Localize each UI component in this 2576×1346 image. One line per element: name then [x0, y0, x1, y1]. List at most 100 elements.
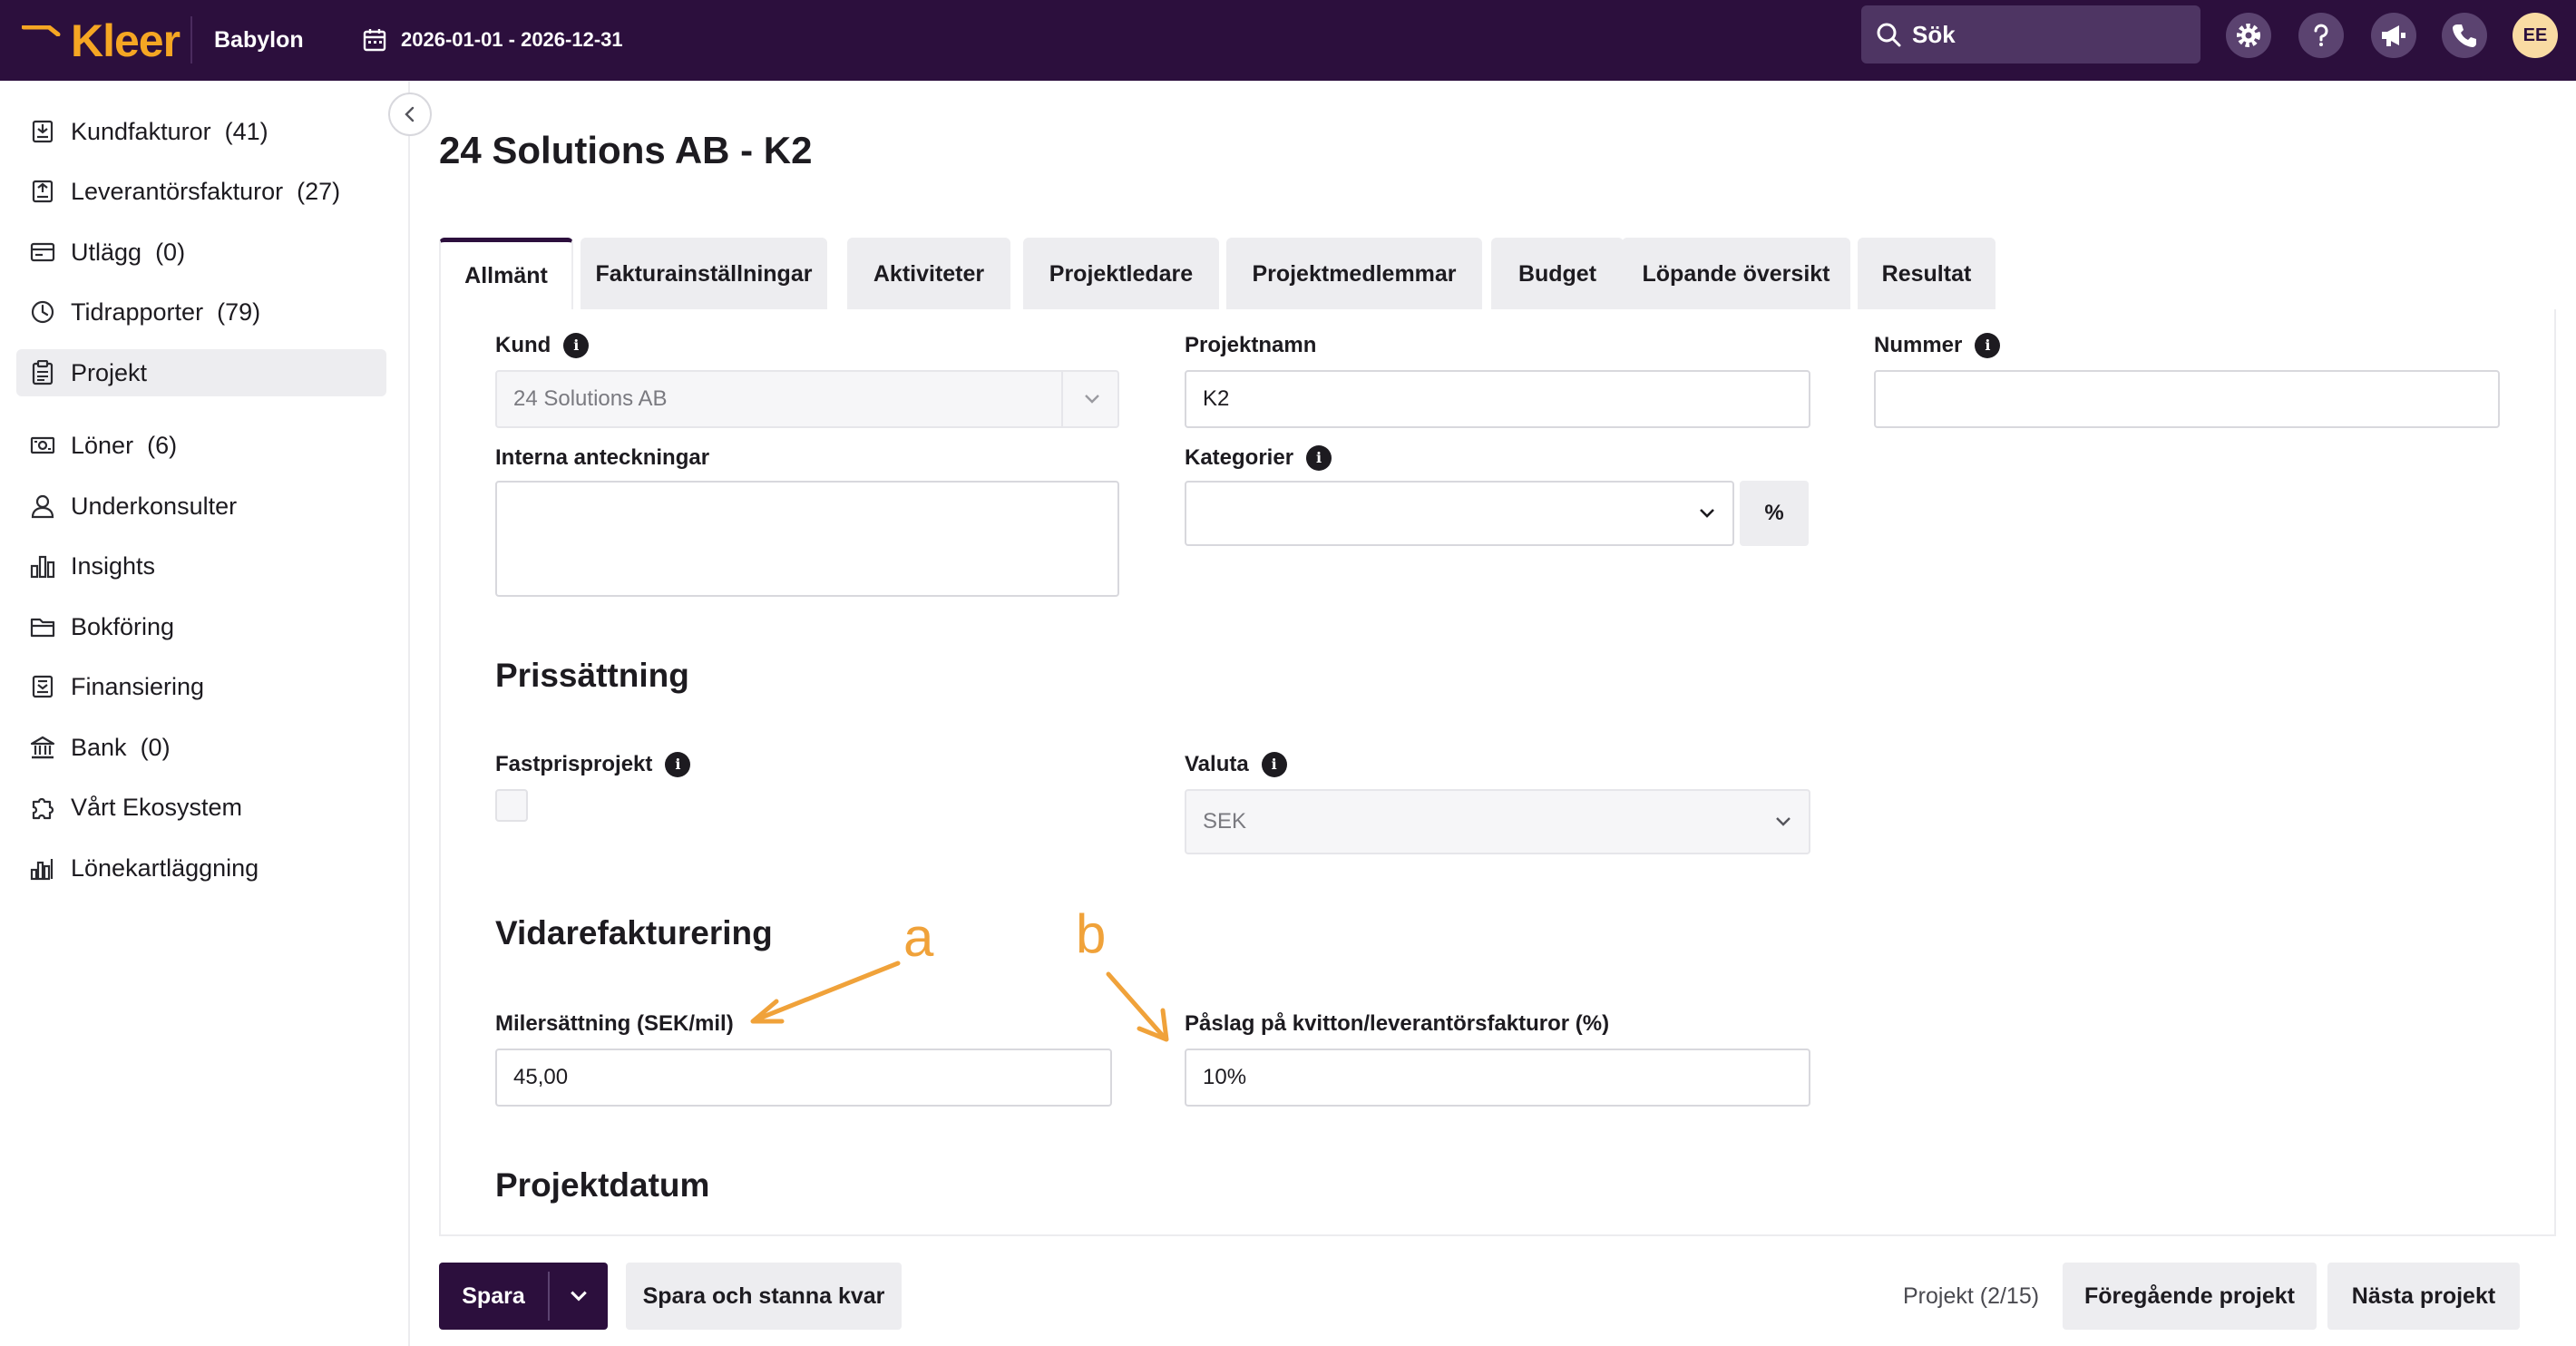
sidebar-item-label: Tidrapporter (79): [71, 297, 261, 326]
info-icon[interactable]: i: [1306, 445, 1332, 471]
question-icon: [2314, 24, 2328, 46]
save-and-stay-button[interactable]: Spara och stanna kvar: [626, 1263, 902, 1330]
sidebar-item-label: Bokföring: [71, 612, 175, 640]
percent-button[interactable]: %: [1740, 481, 1809, 546]
save-button[interactable]: Spara: [439, 1263, 548, 1330]
sidebar-item-insights[interactable]: Insights: [16, 542, 386, 590]
clock-icon: [29, 298, 56, 326]
projektnamn-value: K2: [1203, 386, 1230, 411]
kund-value: 24 Solutions AB: [513, 386, 668, 411]
logo-mark-icon: [22, 25, 61, 36]
collapse-sidebar-button[interactable]: [388, 93, 432, 136]
money-icon: [29, 432, 56, 459]
megaphone-icon: [2382, 25, 2405, 46]
bank-icon: [29, 734, 56, 761]
projektnamn-label: Projektnamn: [1185, 333, 1317, 357]
clipboard-icon: [29, 359, 56, 386]
search-input[interactable]: [1912, 20, 2184, 49]
announcements-button[interactable]: [2371, 13, 2416, 58]
user-avatar[interactable]: EE: [2513, 13, 2558, 58]
tab-projektmedlemmar[interactable]: Projektmedlemmar: [1226, 238, 1482, 310]
phone-button[interactable]: [2442, 13, 2487, 58]
chart-icon: [29, 854, 56, 882]
tab-budget[interactable]: Budget: [1491, 238, 1624, 310]
info-icon[interactable]: i: [563, 333, 590, 358]
fastprisprojekt-checkbox[interactable]: [495, 789, 528, 822]
tab-resultat[interactable]: Resultat: [1858, 238, 1995, 310]
calendar-icon: [363, 29, 386, 52]
chevron-left-icon: [405, 106, 415, 122]
paslag-label: Påslag på kvitton/leverantörsfakturor (%…: [1185, 1011, 1610, 1036]
sidebar-item-underkonsulter[interactable]: Underkonsulter: [16, 483, 386, 530]
info-icon[interactable]: i: [1975, 333, 2001, 358]
sidebar-item-label: Leverantörsfakturor (27): [71, 177, 341, 205]
logo-text: Kleer: [71, 15, 181, 66]
sidebar-item-bokforing[interactable]: Bokföring: [16, 603, 386, 650]
projektdatum-heading: Projektdatum: [495, 1166, 710, 1204]
kund-select[interactable]: 24 Solutions AB: [495, 370, 1119, 428]
sidebar-item-bank[interactable]: Bank (0): [16, 724, 386, 771]
previous-project-button[interactable]: Föregående projekt: [2063, 1263, 2317, 1330]
bar-chart-icon: [29, 552, 56, 580]
chevron-down-icon: [1085, 395, 1099, 404]
sidebar-item-kundfakturor[interactable]: Kundfakturor (41): [16, 108, 386, 155]
info-icon[interactable]: i: [1261, 752, 1287, 777]
top-divider: [190, 16, 192, 63]
tab-lopande-oversikt[interactable]: Löpande översikt: [1622, 238, 1850, 310]
invoice-in-icon: [29, 118, 56, 145]
tab-aktiviteter[interactable]: Aktiviteter: [847, 238, 1010, 310]
milersattning-input[interactable]: 45,00: [495, 1049, 1112, 1107]
kategorier-label: Kategorier i: [1185, 443, 1332, 473]
sidebar-item-utlagg[interactable]: Utlägg (0): [16, 229, 386, 276]
sidebar-item-label: Lönekartläggning: [71, 853, 259, 882]
paslag-value: 10%: [1203, 1065, 1247, 1089]
sidebar-item-leverantorsfakturor[interactable]: Leverantörsfakturor (27): [16, 168, 386, 215]
info-icon[interactable]: i: [665, 752, 691, 777]
interna-anteckningar-textarea[interactable]: [495, 481, 1119, 597]
save-button-group: Spara: [439, 1263, 608, 1330]
search-icon: [1877, 23, 1901, 47]
sidebar-item-vart-ekosystem[interactable]: Vårt Ekosystem: [16, 784, 386, 831]
sidebar-item-label: Insights: [71, 551, 156, 580]
help-button[interactable]: [2298, 13, 2344, 58]
valuta-value: SEK: [1203, 809, 1247, 834]
sidebar-item-loner[interactable]: Löner (6): [16, 422, 386, 469]
sidebar-item-label: Underkonsulter: [71, 492, 238, 520]
nummer-input[interactable]: [1874, 370, 2500, 428]
save-options-button[interactable]: [550, 1263, 608, 1330]
person-icon: [29, 493, 56, 520]
sidebar-item-finansiering[interactable]: Finansiering: [16, 663, 386, 710]
sidebar-item-projekt[interactable]: Projekt: [16, 349, 386, 396]
card-icon: [29, 239, 56, 266]
paslag-input[interactable]: 10%: [1185, 1049, 1810, 1107]
settings-button[interactable]: [2226, 13, 2271, 58]
sidebar-item-tidrapporter[interactable]: Tidrapporter (79): [16, 288, 386, 336]
sidebar-item-label: Löner (6): [71, 431, 178, 459]
chevron-down-icon: [571, 1291, 587, 1302]
date-range-picker[interactable]: 2026-01-01 - 2026-12-31: [363, 20, 623, 60]
project-counter: Projekt (2/15): [1903, 1283, 2040, 1309]
chevron-down-icon: [1776, 817, 1791, 826]
sidebar-item-label: Kundfakturor (41): [71, 117, 268, 145]
tab-projektledare[interactable]: Projektledare: [1023, 238, 1219, 310]
kategorier-select[interactable]: [1185, 481, 1734, 546]
fastprisprojekt-label: Fastprisprojekt i: [495, 749, 691, 780]
kleer-logo[interactable]: Kleer: [22, 13, 181, 63]
annotation-b: b: [1076, 903, 1107, 964]
prissattning-heading: Prissättning: [495, 657, 689, 694]
sidebar-item-label: Utlägg (0): [71, 238, 186, 266]
search-box[interactable]: [1861, 5, 2200, 63]
tab-fakturainstallningar[interactable]: Fakturainställningar: [581, 238, 827, 310]
tab-allmant[interactable]: Allmänt: [439, 238, 573, 310]
milersattning-value: 45,00: [513, 1065, 569, 1089]
invoice-out-icon: [29, 178, 56, 205]
sidebar-item-lonekartlaggning[interactable]: Lönekartläggning: [16, 844, 386, 892]
company-name[interactable]: Babylon: [214, 22, 304, 58]
next-project-button[interactable]: Nästa projekt: [2327, 1263, 2520, 1330]
valuta-label: Valuta i: [1185, 749, 1287, 780]
projektnamn-input[interactable]: K2: [1185, 370, 1810, 428]
nummer-label: Nummer i: [1874, 330, 2001, 361]
kund-label: Kund i: [495, 330, 590, 361]
valuta-select[interactable]: SEK: [1185, 789, 1810, 854]
chevron-down-icon: [1700, 509, 1714, 518]
